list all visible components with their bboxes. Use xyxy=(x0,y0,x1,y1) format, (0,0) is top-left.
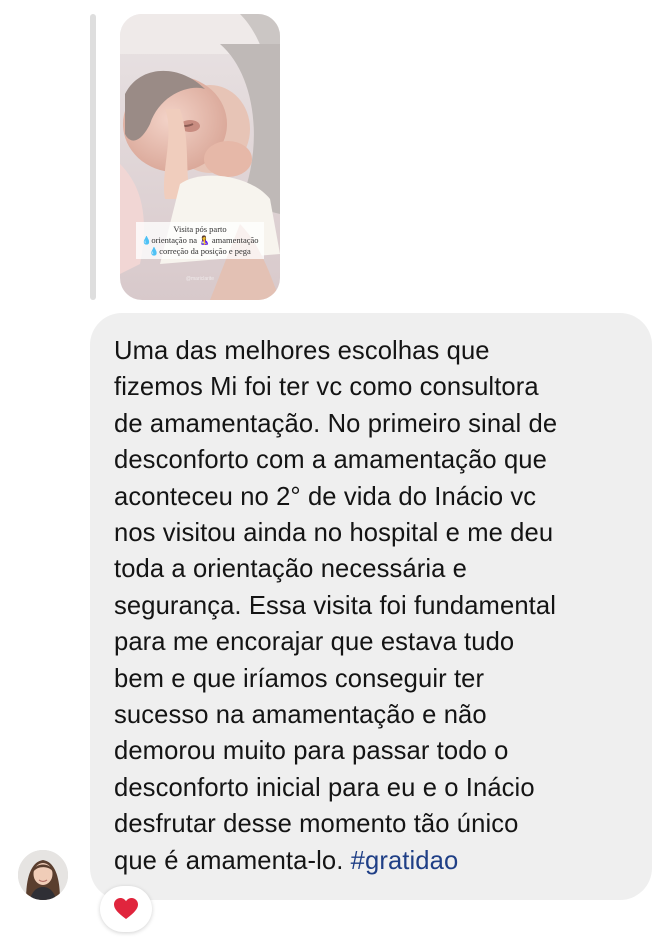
message-line: aconteceu no 2° de vida do Inácio vc xyxy=(114,482,537,511)
story-thumbnail[interactable]: Visita pós parto 💧orientação na 🤱 amamen… xyxy=(120,14,280,300)
emoji-icon: 🤱 xyxy=(199,235,210,245)
message-line: segurança. Essa visita foi fundamental xyxy=(114,591,556,620)
message-line: desfrutar desse momento tão único xyxy=(114,810,519,839)
message-line: para me encorajar que estava tudo xyxy=(114,628,515,657)
message-line: fizemos Mi foi ter vc como consultora xyxy=(114,373,539,402)
chat-screen: Visita pós parto 💧orientação na 🤱 amamen… xyxy=(0,0,672,940)
heart-icon xyxy=(114,898,138,919)
message-line: de amamentação. No primeiro sinal de xyxy=(114,409,558,438)
story-watermark: @mariclarite xyxy=(185,276,215,282)
message-line: sucesso na amamentação e não xyxy=(114,701,487,730)
message-line-last: que é amamenta-lo. #gratidao xyxy=(114,846,459,875)
avatar-photo-icon xyxy=(18,850,68,900)
message-line: desconforto com a amamentação que xyxy=(114,446,547,475)
caption-line-2: 💧orientação na 🤱 amamentação xyxy=(141,235,259,245)
message-line: toda a orientação necessária e xyxy=(114,555,468,584)
message-line: Uma das melhores escolhas que xyxy=(114,337,490,365)
caption-line-1: Visita pós parto xyxy=(173,224,227,234)
story-reply-indicator xyxy=(90,14,96,300)
story-caption: Visita pós parto 💧orientação na 🤱 amamen… xyxy=(136,222,264,259)
message-bubble[interactable]: Uma das melhores escolhas que fizemos Mi… xyxy=(90,313,652,900)
message-line: nos visitou ainda no hospital e me deu xyxy=(114,519,554,548)
avatar[interactable] xyxy=(18,850,68,900)
hashtag-link[interactable]: #gratidao xyxy=(351,847,459,875)
reaction-badge[interactable] xyxy=(100,886,152,932)
caption-line-3: 💧correção da posição e pega xyxy=(149,246,251,256)
droplet-icon: 💧 xyxy=(149,247,160,256)
message-line: desconforto inicial para eu e o Inácio xyxy=(114,773,535,802)
droplet-icon: 💧 xyxy=(141,236,152,245)
message-line: bem e que iríamos conseguir ter xyxy=(114,664,485,693)
message-text: Uma das melhores escolhas que fizemos Mi… xyxy=(114,333,628,879)
message-line: demorou muito para passar todo o xyxy=(114,737,509,766)
